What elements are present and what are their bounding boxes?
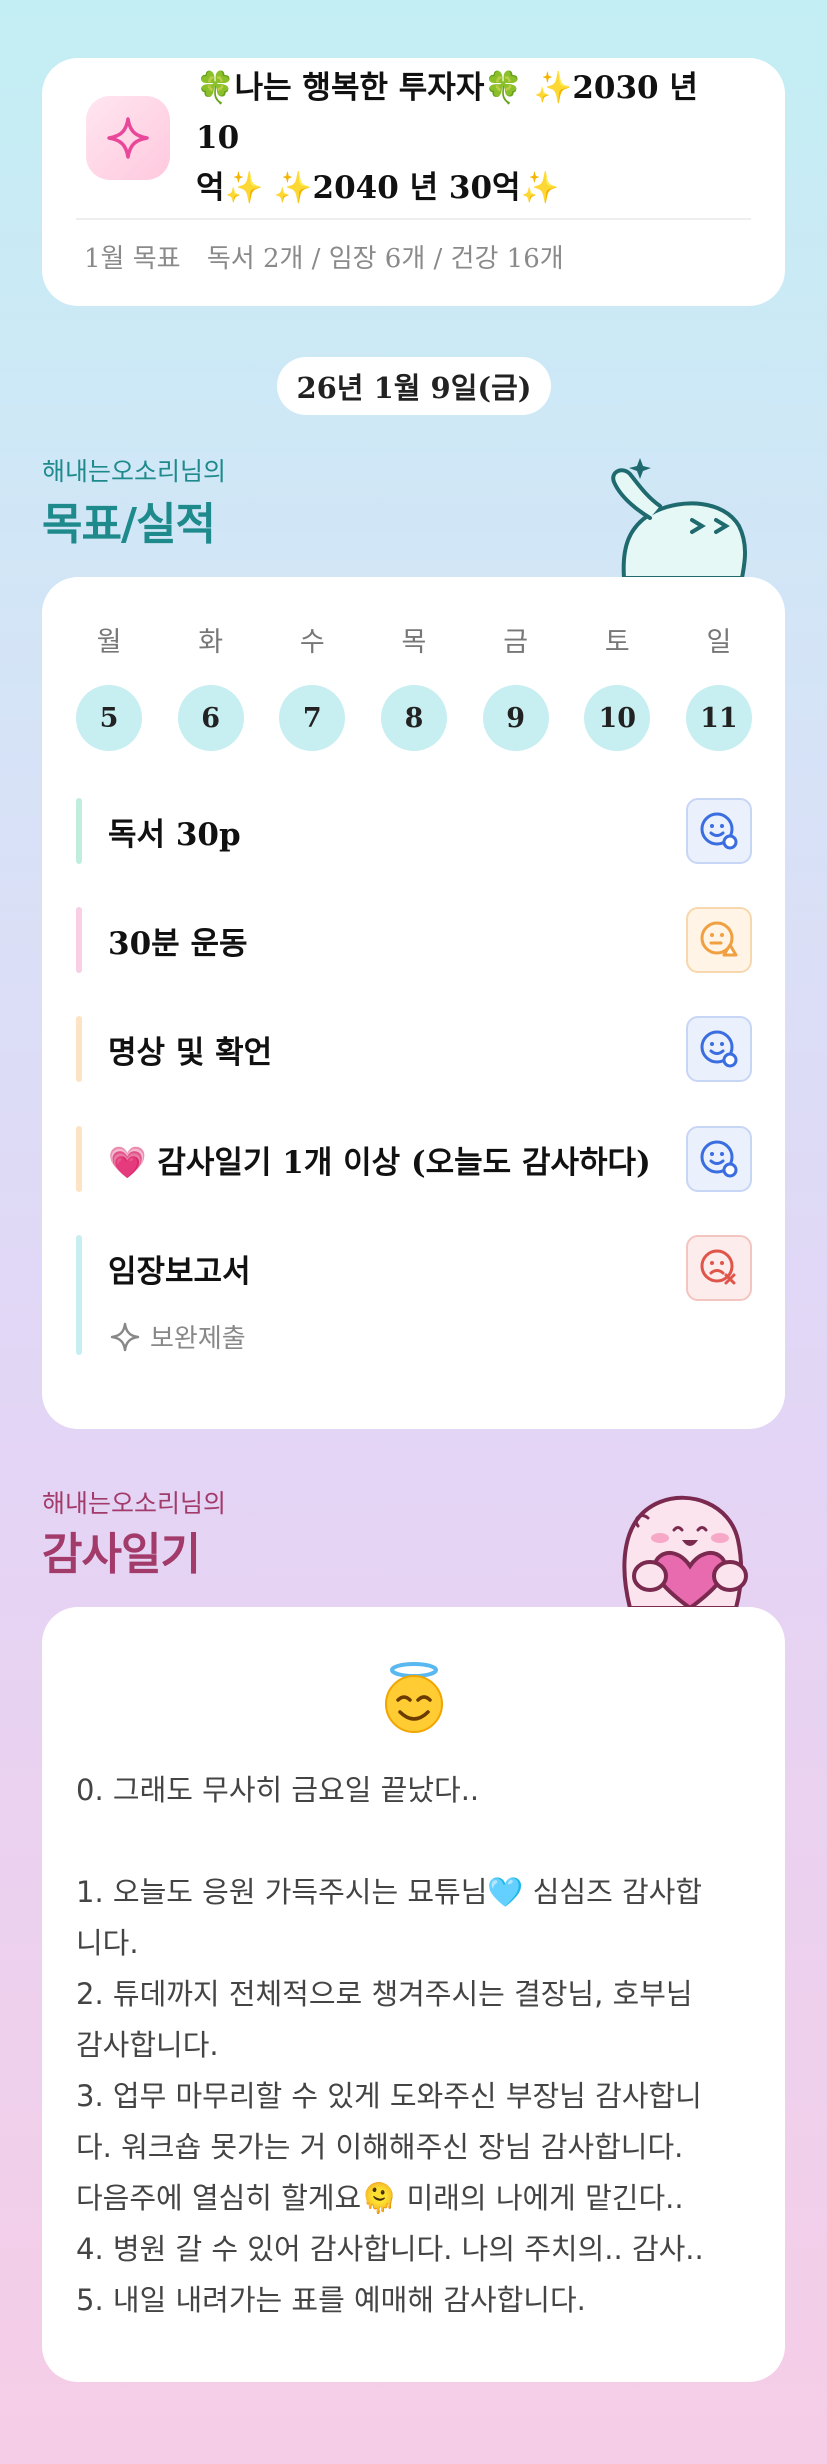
day-button[interactable]: 6	[177, 685, 244, 751]
task-note-text: 보완제출	[150, 1324, 246, 1354]
status-done-icon[interactable]	[686, 798, 752, 864]
header-title: 🍀나는 행복한 투자자🍀 ✨2030 년 10 억✨ ✨2040 년 30억✨	[196, 63, 751, 213]
task-note: 보완제출	[110, 1318, 246, 1355]
weekday-label: 수	[299, 627, 325, 658]
weekday-label: 금	[503, 627, 529, 658]
header-card: 🍀나는 행복한 투자자🍀 ✨2030 년 10 억✨ ✨2040 년 30억✨ …	[42, 58, 785, 306]
status-partial-icon[interactable]	[686, 907, 752, 973]
task-item[interactable]: 임장보고서	[76, 1235, 752, 1355]
day-button[interactable]: 7	[279, 685, 346, 751]
diary-line: 4. 병원 갈 수 있어 감사합니다. 나의 주치의.. 감사..	[76, 2232, 704, 2266]
task-label: 명상 및 확언	[108, 1034, 273, 1071]
goals-title: 목표/실적	[42, 499, 216, 550]
monthly-goal-label: 1월 목표	[84, 244, 181, 274]
diary-line: 감사합니다.	[76, 2028, 219, 2062]
task-item[interactable]: 30분 운동	[76, 907, 752, 973]
weekday-label: 목	[401, 627, 427, 658]
status-failed-icon[interactable]	[686, 1235, 752, 1301]
diary-line: 0. 그래도 무사히 금요일 끝났다..	[76, 1773, 480, 1807]
task-color-bar	[76, 798, 82, 864]
diary-text: 0. 그래도 무사히 금요일 끝났다.. 1. 오늘도 응원 가득주시는 묘튜님…	[76, 1765, 756, 2326]
diary-line: 1. 오늘도 응원 가득주시는 묘튜님🩵 심심즈 감사합	[76, 1875, 703, 1909]
task-item[interactable]: 💗 감사일기 1개 이상 (오늘도 감사하다)	[76, 1126, 752, 1192]
mascot-heart-icon	[622, 1495, 748, 1608]
angel-face-icon	[376, 1660, 452, 1736]
diary-line: 다음주에 열심히 할게요🫠 미래의 나에게 맡긴다..	[76, 2181, 684, 2215]
diary-line	[76, 1816, 756, 1867]
goals-owner: 해내는오소리님의	[42, 457, 227, 486]
header-title-line1: 🍀나는 행복한 투자자🍀 ✨2030 년 10	[196, 70, 698, 156]
diary-title: 감사일기	[42, 1529, 201, 1580]
sparkle-outline-icon	[110, 1322, 140, 1351]
task-label: 독서 30p	[108, 816, 241, 853]
task-color-bar	[76, 1016, 82, 1082]
weekday-label: 일	[706, 627, 732, 658]
diary-line: 3. 업무 마무리할 수 있게 도와주신 부장님 감사합니	[76, 2079, 702, 2113]
mascot-waving-icon	[611, 458, 747, 578]
task-label: 💗 감사일기 1개 이상 (오늘도 감사하다)	[108, 1144, 651, 1181]
day-button[interactable]: 9	[482, 685, 549, 751]
task-item[interactable]: 독서 30p	[76, 798, 752, 864]
diary-line: 니다.	[76, 1926, 139, 1960]
diary-card: 0. 그래도 무사히 금요일 끝났다.. 1. 오늘도 응원 가득주시는 묘튜님…	[42, 1607, 785, 2382]
monthly-goal: 1월 목표 독서 2개 / 임장 6개 / 건강 16개	[76, 220, 751, 275]
task-color-bar	[76, 1126, 82, 1192]
diary-line: 2. 튜데까지 전체적으로 챙겨주시는 결장님, 호부님	[76, 1977, 693, 2011]
monthly-goal-text: 독서 2개 / 임장 6개 / 건강 16개	[206, 244, 564, 274]
sparkle-icon	[86, 96, 170, 180]
day-button[interactable]: 11	[685, 685, 752, 751]
status-done-icon[interactable]	[686, 1016, 752, 1082]
day-row: 5 6 7 8 9 10 11	[76, 685, 752, 751]
weekday-label: 월	[96, 627, 122, 658]
day-button[interactable]: 8	[380, 685, 447, 751]
day-button[interactable]: 5	[76, 685, 142, 751]
task-label: 30분 운동	[108, 925, 248, 962]
weekday-label: 토	[604, 627, 630, 658]
task-item[interactable]: 명상 및 확언	[76, 1016, 752, 1082]
header-title-line2: 억✨ ✨2040 년 30억✨	[196, 170, 560, 206]
weekday-row: 월 화 수 목 금 토 일	[76, 620, 752, 659]
task-color-bar	[76, 907, 82, 973]
day-button[interactable]: 10	[584, 685, 651, 751]
diary-owner: 해내는오소리님의	[42, 1489, 227, 1518]
status-done-icon[interactable]	[686, 1126, 752, 1192]
diary-line: 다. 워크숍 못가는 거 이해해주신 장님 감사합니다.	[76, 2130, 684, 2164]
diary-line: 5. 내일 내려가는 표를 예매해 감사합니다.	[76, 2283, 586, 2317]
date-pill[interactable]: 26년 1월 9일(금)	[277, 357, 551, 415]
task-label: 임장보고서	[108, 1253, 251, 1290]
weekday-label: 화	[198, 627, 224, 658]
task-color-bar	[76, 1235, 82, 1355]
